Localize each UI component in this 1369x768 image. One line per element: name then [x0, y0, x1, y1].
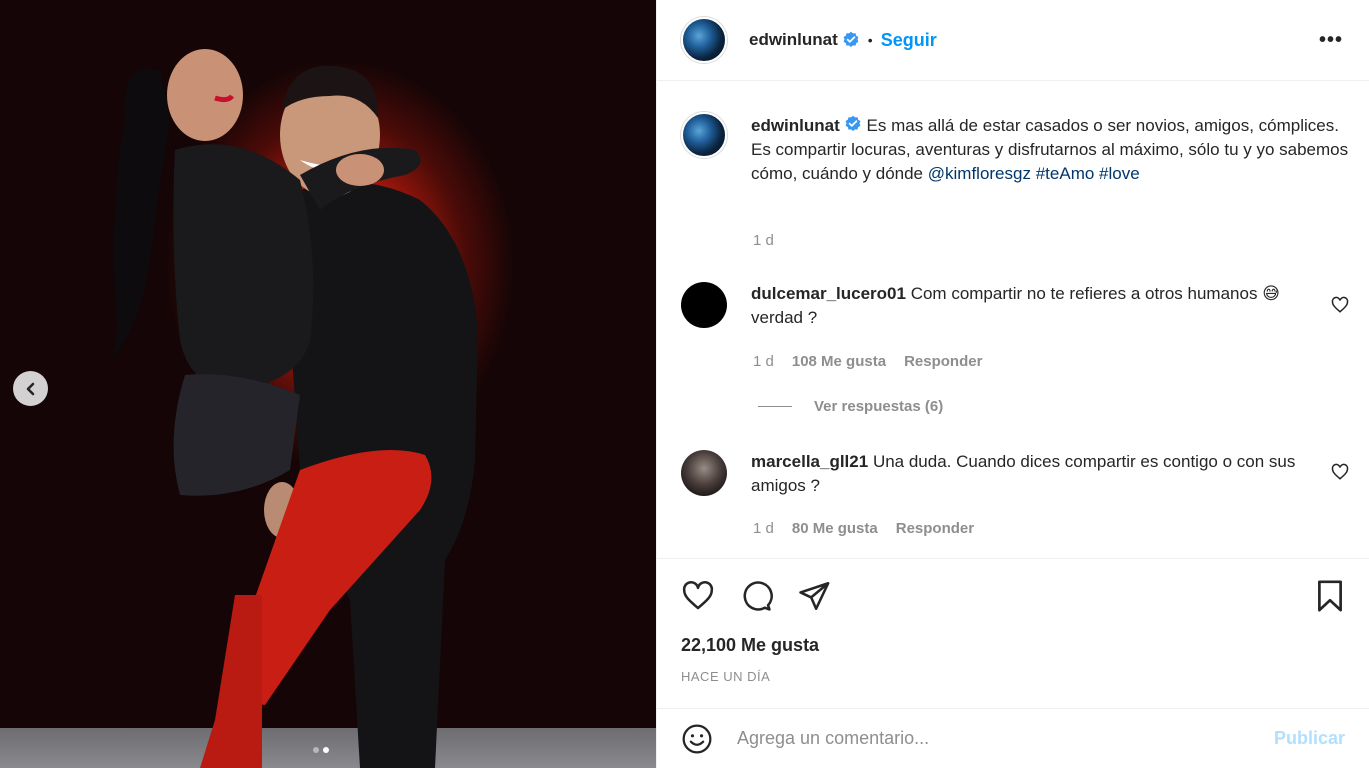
more-options-button[interactable]: ••• — [1319, 29, 1343, 52]
post-photo[interactable] — [0, 0, 656, 768]
heart-icon — [682, 581, 714, 610]
comment-text: Com compartir no te refieres a otros hum… — [910, 284, 1258, 303]
separator-dot: • — [867, 32, 873, 48]
view-replies-button[interactable]: Ver respuestas (6) — [758, 398, 943, 415]
bookmark-icon — [1318, 580, 1342, 612]
publish-button[interactable]: Publicar — [1274, 728, 1345, 749]
comment-item: marcella_gll21 Una duda. Cuando dices co… — [681, 450, 1351, 498]
comment-reply-button[interactable]: Responder — [904, 353, 982, 370]
post-side-panel: edwinlunat • Seguir ••• edwinlunat Es ma… — [656, 0, 1369, 768]
comment-reply-button[interactable]: Responder — [896, 520, 974, 537]
carousel-indicator — [313, 747, 329, 753]
verified-badge-icon — [843, 31, 859, 47]
post-actions: 22,100 Me gusta HACE UN DÍA — [657, 558, 1369, 708]
commenter-username[interactable]: marcella_gll21 — [751, 452, 868, 471]
comment-item: dulcemar_lucero01 Com compartir no te re… — [681, 282, 1351, 330]
commenter-avatar[interactable] — [681, 450, 727, 496]
verified-badge-icon — [845, 115, 861, 131]
comment-meta: 1 d 108 Me gusta Responder — [753, 353, 982, 370]
caption-hashtag-love[interactable]: #love — [1099, 164, 1140, 183]
comment-like-count[interactable]: 108 Me gusta — [792, 353, 886, 370]
comments-section[interactable]: edwinlunat Es mas allá de estar casados … — [657, 82, 1369, 558]
caption-age: 1 d — [753, 232, 774, 249]
post-like-count[interactable]: 22,100 Me gusta — [681, 635, 819, 656]
share-icon — [799, 581, 830, 611]
comment-emoji: 😅 — [1262, 284, 1280, 303]
like-button[interactable] — [681, 579, 715, 618]
comment-like-count[interactable]: 80 Me gusta — [792, 520, 878, 537]
caption-avatar[interactable] — [681, 112, 727, 158]
follow-button[interactable]: Seguir — [881, 30, 937, 51]
comment-age: 1 d — [753, 520, 774, 537]
caption-username[interactable]: edwinlunat — [751, 116, 840, 135]
carousel-prev-button[interactable] — [13, 371, 48, 406]
author-username[interactable]: edwinlunat — [749, 30, 838, 50]
comment-like-heart-icon[interactable] — [1331, 463, 1349, 481]
post-caption: edwinlunat Es mas allá de estar casados … — [681, 112, 1351, 186]
couple-photo-illustration — [110, 49, 478, 768]
post-timestamp: HACE UN DÍA — [681, 669, 771, 684]
replies-divider-line — [758, 406, 792, 407]
caption-meta: 1 d — [753, 232, 774, 249]
commenter-avatar[interactable] — [681, 282, 727, 328]
comment-button[interactable] — [739, 579, 773, 618]
comment-input[interactable] — [737, 728, 1274, 749]
chevron-left-icon — [26, 382, 34, 395]
caption-mention-link[interactable]: @kimfloresgz — [928, 164, 1031, 183]
comment-text-block: dulcemar_lucero01 Com compartir no te re… — [751, 282, 1311, 330]
comment-text-tail: verdad ? — [751, 308, 818, 327]
post-header: edwinlunat • Seguir ••• — [657, 0, 1369, 81]
author-info: edwinlunat • Seguir — [749, 30, 937, 51]
author-avatar[interactable] — [681, 17, 727, 63]
caption-hashtag-teamo[interactable]: #teAmo — [1036, 164, 1095, 183]
emoji-icon[interactable] — [681, 723, 713, 755]
comment-text-block: marcella_gll21 Una duda. Cuando dices co… — [751, 450, 1311, 498]
carousel-dot — [313, 747, 319, 753]
comment-icon — [743, 581, 773, 611]
comment-like-heart-icon[interactable] — [1331, 296, 1349, 314]
view-replies-label: Ver respuestas (6) — [814, 398, 944, 415]
comment-composer: Publicar — [657, 708, 1369, 768]
commenter-username[interactable]: dulcemar_lucero01 — [751, 284, 906, 303]
action-icons — [681, 579, 831, 618]
save-button[interactable] — [1315, 579, 1345, 618]
comment-age: 1 d — [753, 353, 774, 370]
share-button[interactable] — [797, 579, 831, 618]
carousel-dot-active — [323, 747, 329, 753]
comment-meta: 1 d 80 Me gusta Responder — [753, 520, 974, 537]
caption-text-block: edwinlunat Es mas allá de estar casados … — [751, 114, 1351, 186]
